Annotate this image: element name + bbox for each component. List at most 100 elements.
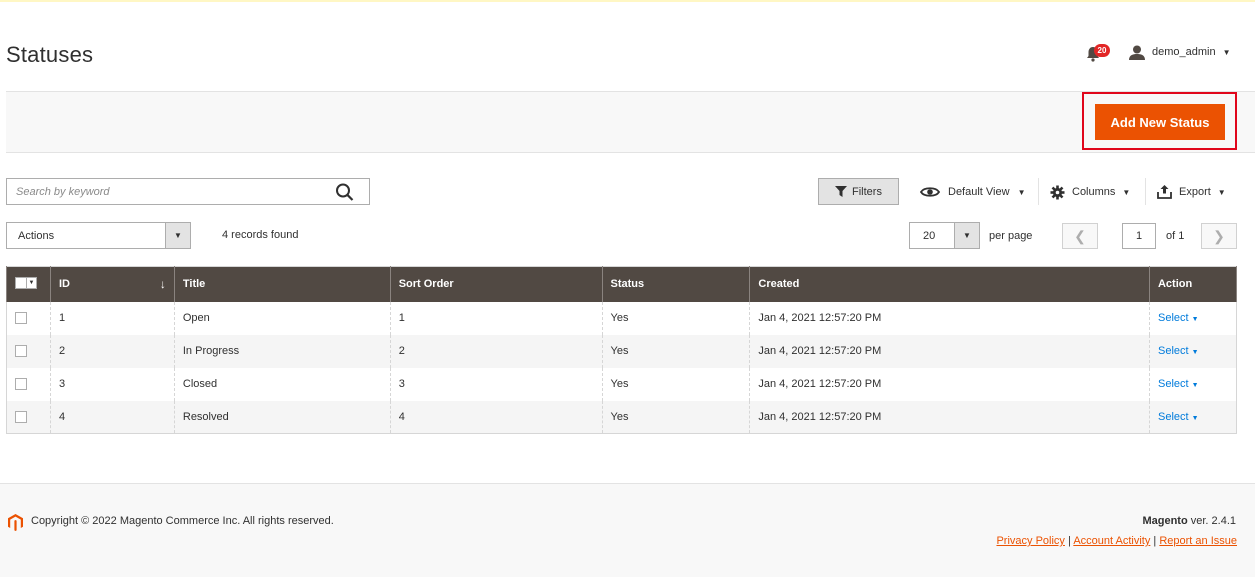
cell-created: Jan 4, 2021 12:57:20 PM: [749, 367, 1150, 401]
cell-sort-order: 4: [389, 400, 603, 434]
chevron-down-icon: ▼: [1191, 382, 1199, 389]
cell-created: Jan 4, 2021 12:57:20 PM: [749, 301, 1150, 335]
mass-select-checkbox[interactable]: ▼: [15, 276, 37, 289]
add-new-status-button[interactable]: Add New Status: [1095, 104, 1225, 140]
username-label: demo_admin: [1152, 46, 1216, 58]
export-selector[interactable]: Export ▼: [1157, 183, 1226, 201]
table-row[interactable]: 1 Open 1 Yes Jan 4, 2021 12:57:20 PM Sel…: [6, 301, 1238, 335]
per-page-label: per page: [989, 230, 1033, 242]
report-issue-link[interactable]: Report an Issue: [1159, 535, 1237, 547]
column-header-id[interactable]: ID ↓: [49, 266, 175, 302]
row-checkbox[interactable]: [15, 312, 27, 325]
cell-title: Resolved: [173, 400, 391, 434]
row-checkbox[interactable]: [15, 410, 27, 423]
cell-id: 4: [49, 400, 175, 434]
table-row[interactable]: 3 Closed 3 Yes Jan 4, 2021 12:57:20 PM S…: [6, 367, 1238, 401]
toolbar-divider: [1145, 178, 1146, 205]
cell-sort-order: 1: [389, 301, 603, 335]
page-actions-bar: [6, 91, 1255, 153]
filters-label: Filters: [852, 185, 882, 198]
page-number-input[interactable]: 1: [1122, 223, 1156, 249]
statuses-grid: ▼ ID ↓ Title Sort Order Status Created Ac…: [6, 266, 1238, 434]
records-count: 4 records found: [222, 229, 299, 241]
top-accent-line: [0, 0, 1255, 2]
gear-icon: [1050, 185, 1065, 199]
copyright-text: Copyright © 2022 Magento Commerce Inc. A…: [31, 515, 334, 527]
next-page-button[interactable]: ❯: [1201, 223, 1237, 249]
toolbar-divider: [1038, 178, 1039, 205]
cell-title: Open: [173, 301, 391, 335]
cell-status: Yes: [601, 400, 751, 434]
notifications-button[interactable]: 20: [1086, 44, 1110, 64]
row-checkbox[interactable]: [15, 378, 27, 391]
row-action-select[interactable]: Select ▼: [1158, 312, 1199, 324]
grid-header-row: ▼ ID ↓ Title Sort Order Status Created Ac…: [6, 266, 1238, 302]
chevron-down-icon: ▼: [1191, 414, 1199, 422]
mass-select-header[interactable]: ▼: [6, 266, 51, 302]
account-activity-link[interactable]: Account Activity: [1073, 535, 1150, 547]
chevron-left-icon: ❮: [1074, 227, 1086, 244]
mass-actions-dropdown[interactable]: Actions ▼: [6, 222, 191, 249]
chevron-down-icon: ▼: [1191, 316, 1199, 323]
user-icon: [1129, 45, 1145, 60]
cell-sort-order: 3: [389, 367, 603, 401]
column-header-status[interactable]: Status: [601, 266, 751, 302]
column-header-title[interactable]: Title: [173, 266, 391, 302]
notifications-count-badge: 20: [1094, 44, 1110, 57]
version-info: Magento ver. 2.4.1: [1142, 515, 1236, 527]
keyword-search: [6, 178, 370, 205]
table-row[interactable]: 2 In Progress 2 Yes Jan 4, 2021 12:57:20…: [6, 334, 1238, 368]
per-page-dropdown[interactable]: 20 ▼: [909, 222, 980, 249]
table-row[interactable]: 4 Resolved 4 Yes Jan 4, 2021 12:57:20 PM…: [6, 400, 1238, 434]
chevron-down-icon: ▼: [1191, 349, 1199, 356]
filters-button[interactable]: Filters: [818, 178, 899, 205]
cell-sort-order: 2: [389, 334, 603, 368]
row-action-select[interactable]: Select ▼: [1158, 378, 1199, 390]
column-header-sort-order[interactable]: Sort Order: [389, 266, 603, 302]
magento-logo-icon: [8, 514, 23, 531]
view-selector[interactable]: Default View ▼: [920, 183, 1025, 201]
eye-icon: [920, 187, 940, 197]
row-action-select[interactable]: Select ▼: [1158, 411, 1199, 423]
cell-id: 2: [49, 334, 175, 368]
filter-icon: [835, 186, 848, 197]
chevron-down-icon: ▼: [1122, 187, 1131, 197]
row-action-select[interactable]: Select ▼: [1158, 345, 1199, 357]
chevron-down-icon: ▼: [1017, 187, 1026, 197]
search-input[interactable]: [7, 179, 327, 204]
cell-id: 1: [49, 301, 175, 335]
row-checkbox[interactable]: [15, 345, 27, 358]
sort-arrow-icon: ↓: [159, 277, 166, 291]
page-footer: Copyright © 2022 Magento Commerce Inc. A…: [0, 483, 1255, 577]
export-icon: [1157, 185, 1172, 199]
view-label: Default View: [948, 186, 1010, 198]
mass-actions-label: Actions: [18, 230, 55, 242]
user-account-menu[interactable]: demo_admin ▼: [1129, 44, 1231, 60]
chevron-down-icon: ▼: [1222, 47, 1231, 57]
columns-selector[interactable]: Columns ▼: [1050, 183, 1130, 201]
cell-created: Jan 4, 2021 12:57:20 PM: [749, 400, 1150, 434]
chevron-down-icon: ▼: [165, 223, 190, 248]
columns-label: Columns: [1072, 186, 1116, 198]
cell-title: In Progress: [173, 334, 391, 368]
chevron-down-icon: ▼: [1217, 187, 1226, 197]
page-total-label: of 1: [1166, 230, 1185, 242]
chevron-right-icon: ❯: [1213, 227, 1225, 244]
chevron-down-icon: ▼: [27, 276, 37, 289]
cell-created: Jan 4, 2021 12:57:20 PM: [749, 334, 1150, 368]
search-icon[interactable]: [335, 183, 355, 201]
cell-status: Yes: [601, 301, 751, 335]
cell-status: Yes: [601, 334, 751, 368]
column-header-created[interactable]: Created: [749, 266, 1150, 302]
export-label: Export: [1179, 186, 1211, 198]
per-page-value: 20: [923, 230, 936, 242]
column-header-action: Action: [1148, 266, 1238, 302]
cell-title: Closed: [173, 367, 391, 401]
cell-id: 3: [49, 367, 175, 401]
chevron-down-icon: ▼: [954, 223, 979, 248]
privacy-policy-link[interactable]: Privacy Policy: [996, 535, 1064, 547]
footer-links: Privacy Policy | Account Activity | Repo…: [996, 535, 1237, 547]
cell-status: Yes: [601, 367, 751, 401]
previous-page-button[interactable]: ❮: [1062, 223, 1098, 249]
page-title: Statuses: [6, 42, 94, 67]
